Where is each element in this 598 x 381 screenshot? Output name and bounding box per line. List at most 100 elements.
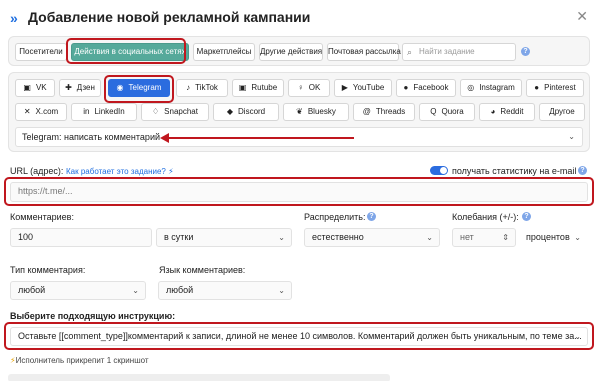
network-label: Facebook	[413, 83, 449, 92]
chevron-down-icon: ⌄	[574, 332, 581, 341]
comment-language-label: Язык комментариев:	[159, 265, 246, 275]
youtube-icon: ▶	[341, 83, 348, 92]
network-label: Instagram	[479, 83, 515, 92]
facebook-icon: ●	[403, 83, 409, 92]
screenshot-note: ⚡Исполнитель прикрепит 1 скриншот	[10, 356, 149, 365]
network-vk-button[interactable]: ▣ VK	[15, 79, 55, 97]
pinterest-icon: ●	[534, 83, 540, 92]
network-rutube-button[interactable]: ▣ Rutube	[232, 79, 284, 97]
network-label: Quora	[441, 107, 464, 116]
network-snapchat-button[interactable]: ♢ Snapchat	[141, 103, 209, 121]
help-icon[interactable]: ?	[367, 212, 376, 221]
snapchat-icon: ♢	[152, 107, 160, 116]
comment-type-select[interactable]: любой ⌄	[10, 281, 146, 300]
help-icon[interactable]: ?	[521, 47, 530, 56]
network-threads-button[interactable]: @ Threads	[353, 103, 415, 121]
discord-icon: ◆	[226, 107, 234, 116]
network-telegram-button[interactable]: ◉ Telegram	[108, 79, 170, 97]
comment-language-value: любой	[166, 285, 194, 295]
fluctuation-value: нет	[460, 232, 474, 242]
modal-header: » Добавление новой рекламной кампании ✕	[10, 8, 588, 28]
network-label: Дзен	[76, 83, 95, 92]
comment-language-select[interactable]: любой ⌄	[158, 281, 292, 300]
chevron-down-icon: ⌄	[278, 286, 285, 295]
category-tabs: Посетители Действия в социальных сетях М…	[8, 36, 590, 66]
search-input[interactable]: ⌕ Найти задание	[402, 43, 516, 61]
network-other-button[interactable]: Другое	[539, 103, 585, 121]
modal-title: Добавление новой рекламной кампании	[28, 9, 311, 25]
search-placeholder: Найти задание	[419, 47, 475, 56]
network-pinterest-button[interactable]: ● Pinterest	[526, 79, 584, 97]
network-instagram-button[interactable]: ◎ Instagram	[460, 79, 522, 97]
comments-count-value: 100	[18, 232, 34, 242]
instruction-select[interactable]: Оставьте [[comment_type]]комментарий к з…	[10, 327, 588, 346]
network-ok-button[interactable]: ♀ OK	[288, 79, 330, 97]
distribute-label: Распределить:	[304, 212, 366, 222]
url-label: URL (адрес):	[10, 166, 64, 176]
help-icon[interactable]: ?	[578, 166, 587, 175]
chevron-down-icon: ⌄	[568, 132, 575, 141]
stats-email-label: получать статистику на e-mail	[452, 166, 577, 176]
comments-count-label: Комментариев:	[10, 212, 74, 222]
distribute-value: естественно	[312, 232, 364, 242]
dzen-icon: ✚	[65, 83, 72, 92]
fluctuation-unit-select[interactable]: процентов ⌄	[518, 228, 588, 247]
how-it-works-text: Как работает это задание?	[66, 167, 166, 176]
ok-icon: ♀	[297, 83, 304, 92]
help-icon[interactable]: ?	[522, 212, 531, 221]
network-label: Snapchat	[164, 107, 198, 116]
distribute-select[interactable]: естественно ⌄	[304, 228, 440, 247]
comment-type-value: любой	[18, 285, 46, 295]
comments-count-input[interactable]: 100	[10, 228, 152, 247]
threads-icon: @	[362, 107, 371, 116]
search-icon: ⌕	[407, 47, 413, 57]
bolt-icon: ⚡	[168, 167, 174, 176]
network-tiktok-button[interactable]: ♪ TikTok	[176, 79, 228, 97]
linkedin-icon: in	[83, 107, 90, 116]
instagram-icon: ◎	[467, 83, 475, 92]
network-label: VK	[35, 83, 47, 92]
network-facebook-button[interactable]: ● Facebook	[396, 79, 456, 97]
tab-other-actions[interactable]: Другие действия	[259, 43, 323, 61]
network-linkedin-button[interactable]: in LinkedIn	[71, 103, 137, 121]
telegram-icon: ◉	[116, 83, 124, 92]
fluctuation-value-select[interactable]: нет ⇕	[452, 228, 516, 247]
url-placeholder: https://t.me/...	[18, 186, 73, 196]
tab-visitors[interactable]: Посетители	[15, 43, 67, 61]
network-quora-button[interactable]: Q Quora	[419, 103, 475, 121]
stats-email-toggle[interactable]	[430, 166, 448, 175]
period-select[interactable]: в сутки ⌄	[156, 228, 292, 247]
reddit-icon: ◕	[490, 107, 496, 116]
chevron-down-icon: ⌄	[426, 233, 433, 242]
close-icon[interactable]: ✕	[576, 8, 588, 25]
network-label: TikTok	[195, 83, 218, 92]
arrow-left-icon	[160, 133, 354, 143]
stepper-icon: ⇕	[502, 233, 509, 242]
network-label: LinkedIn	[94, 107, 125, 116]
network-label: YouTube	[352, 83, 385, 92]
network-label: Другое	[549, 107, 575, 116]
fluctuation-label: Колебания (+/-):	[452, 212, 519, 222]
network-label: OK	[308, 83, 321, 92]
tab-social-actions[interactable]: Действия в социальных сетях	[71, 43, 189, 61]
network-bluesky-button[interactable]: ❦ Bluesky	[283, 103, 349, 121]
url-input[interactable]: https://t.me/...	[10, 182, 588, 202]
tab-mailing[interactable]: Почтовая рассылка	[327, 43, 401, 61]
network-label: Rutube	[251, 83, 278, 92]
chevron-down-icon: ⌄	[574, 233, 581, 242]
how-it-works-link[interactable]: Как работает это задание? ⚡	[66, 167, 174, 176]
network-label: Pinterest	[544, 83, 576, 92]
instruction-label: Выберите подходящую инструкцию:	[10, 311, 176, 321]
network-discord-button[interactable]: ◆ Discord	[213, 103, 279, 121]
network-label: X.com	[35, 107, 59, 116]
network-reddit-button[interactable]: ◕ Reddit	[479, 103, 535, 121]
task-type-value: Telegram: написать комментарий	[22, 132, 160, 142]
period-value: в сутки	[164, 232, 194, 242]
tab-marketplaces[interactable]: Маркетплейсы	[193, 43, 255, 61]
network-x-button[interactable]: ✕ X.com	[15, 103, 67, 121]
tiktok-icon: ♪	[186, 83, 191, 92]
network-youtube-button[interactable]: ▶ YouTube	[334, 79, 392, 97]
bluesky-icon: ❦	[296, 107, 303, 116]
network-label: Telegram	[128, 83, 162, 92]
network-dzen-button[interactable]: ✚ Дзен	[59, 79, 101, 97]
